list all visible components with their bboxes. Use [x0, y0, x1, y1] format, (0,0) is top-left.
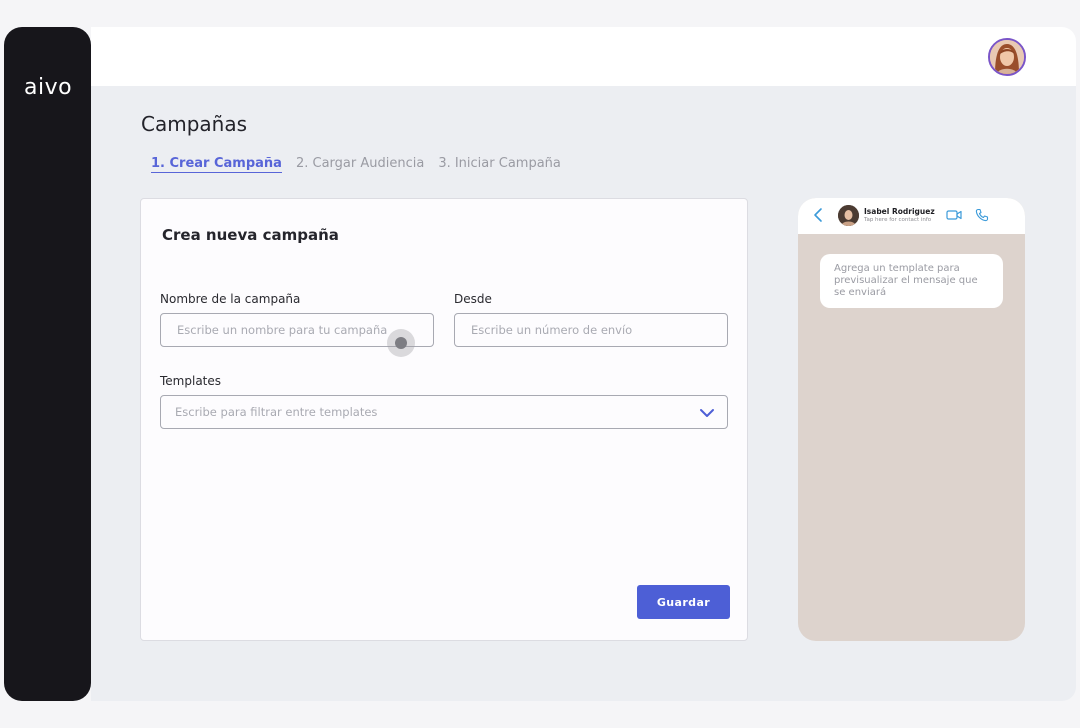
phone-call-icon[interactable] [975, 208, 989, 222]
preview-message-bubble: Agrega un template para previsualizar el… [820, 254, 1003, 308]
step-create-campaign[interactable]: 1. Crear Campaña [151, 156, 282, 173]
templates-filter-input[interactable] [161, 396, 681, 428]
form-title: Crea nueva campaña [162, 226, 339, 244]
from-label: Desde [454, 292, 492, 306]
user-avatar[interactable] [988, 38, 1026, 76]
page-title: Campañas [141, 112, 248, 136]
video-call-icon[interactable] [946, 209, 962, 221]
contact-avatar [838, 205, 859, 226]
contact-subtitle: Tap here for contact info [864, 217, 932, 223]
contact-name: Isabel Rodriguez [864, 207, 935, 216]
step-start-campaign[interactable]: 3. Iniciar Campaña [438, 156, 561, 173]
templates-label: Templates [160, 374, 222, 388]
campaign-name-label: Nombre de la campaña [160, 292, 301, 306]
chevron-down-icon[interactable] [699, 406, 715, 420]
from-number-input[interactable] [454, 313, 728, 347]
chat-header: Isabel Rodriguez Tap here for contact in… [798, 198, 1025, 234]
message-preview-phone: Isabel Rodriguez Tap here for contact in… [798, 198, 1025, 641]
top-bar [91, 27, 1076, 86]
save-button[interactable]: Guardar [637, 585, 730, 619]
stepper: 1. Crear Campaña 2. Cargar Audiencia 3. … [151, 156, 561, 173]
back-arrow-icon[interactable] [813, 207, 823, 223]
campaign-form-card: Crea nueva campaña Nombre de la campaña … [140, 198, 748, 641]
main-area: Campañas 1. Crear Campaña 2. Cargar Audi… [91, 27, 1076, 701]
templates-select[interactable] [160, 395, 728, 429]
sidebar: aivo [4, 27, 91, 701]
pointer-cursor [387, 329, 415, 357]
aivo-logo[interactable]: aivo [24, 75, 72, 100]
step-load-audience[interactable]: 2. Cargar Audiencia [296, 156, 424, 173]
